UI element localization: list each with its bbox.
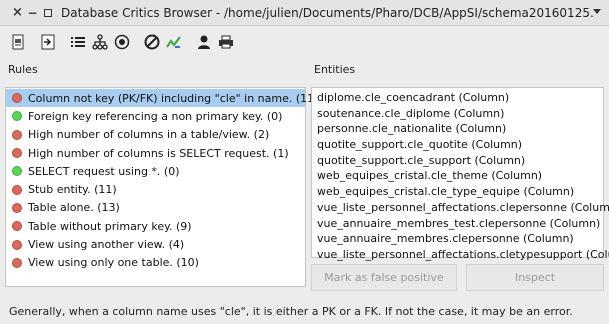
status-error-icon [12,184,22,195]
rule-item-label: Foreign key referencing a non primary ke… [28,109,283,123]
rule-item-label: View using another view. (4) [28,238,185,252]
window-menu-icon[interactable] [593,9,601,14]
rule-item[interactable]: Foreign key referencing a non primary ke… [6,107,305,125]
rule-item-label: Table alone. (13) [28,201,120,215]
rule-item-label: SELECT request using *. (0) [28,164,180,178]
status-error-icon [12,257,22,268]
entity-item[interactable]: soutenance.cle_diplome (Column) [317,106,603,122]
rule-item-label: High number of columns in a table/view. … [28,128,270,142]
entity-item[interactable]: web_equipes_cristal.cle_type_equipe (Col… [317,184,603,200]
rule-item-label: Column not key (PK/FK) including "cle" i… [28,91,319,105]
status-error-icon [12,148,22,159]
rule-item[interactable]: View using only one table. (10) [6,254,305,272]
entity-item[interactable]: personne.cle_nationalite (Column) [317,121,603,137]
entity-item[interactable]: vue_annuaire_membres.clepersonne (Column… [317,231,603,247]
status-ok-icon [12,166,22,177]
minimize-icon[interactable]: − [25,3,40,23]
import-icon[interactable] [38,32,58,52]
rule-item-label: View using only one table. (10) [28,256,199,270]
entity-item[interactable]: diplome.cle_coencadrant (Column) [317,90,603,106]
graph-icon[interactable] [164,32,184,52]
window-title: Database Critics Browser - /home/julien/… [61,5,594,20]
rule-item[interactable]: View using another view. (4) [6,235,305,253]
status-ok-icon [12,111,22,122]
toolbar [0,27,609,57]
entities-list[interactable]: diplome.cle_coencadrant (Column) soutenan… [311,87,609,261]
entity-item[interactable]: quotite_support.cle_support (Column) [317,153,603,169]
rule-item[interactable]: Column not key (PK/FK) including "cle" i… [6,89,318,108]
rule-item-label: Table without primary key. (9) [28,219,192,233]
hierarchy-icon[interactable] [90,32,110,52]
entity-item[interactable]: web_equipes_cristal.cle_theme (Column) [317,168,603,184]
rule-item-label: High number of columns is SELECT request… [28,146,289,160]
close-icon[interactable]: × [10,3,25,23]
maximize-icon[interactable] [40,3,55,23]
rule-item[interactable]: High number of columns in a table/view. … [6,126,305,144]
rule-item[interactable]: High number of columns is SELECT request… [6,144,305,162]
status-error-icon [12,239,22,250]
rule-item[interactable]: Stub entity. (11) [6,180,305,198]
document-icon[interactable] [8,32,28,52]
entity-item[interactable]: vue_liste_personnel_affectations.cletype… [317,247,609,263]
status-error-icon [12,129,22,140]
status-error-icon [12,93,22,104]
list-icon[interactable] [68,32,88,52]
mark-false-positive-button[interactable]: Mark as false positive [311,264,457,291]
user-icon[interactable] [194,32,214,52]
rule-item[interactable]: SELECT request using *. (0) [6,162,305,180]
rules-list[interactable]: Column not key (PK/FK) including "cle" i… [5,87,318,287]
rule-item-label: Stub entity. (11) [28,183,117,197]
rule-item[interactable]: Table alone. (13) [6,199,305,217]
entity-item[interactable]: quotite_support.cle_quotite (Column) [317,137,603,153]
entity-item[interactable]: vue_liste_personnel_affectations.clepers… [317,200,609,216]
status-error-icon [12,221,22,232]
printer-icon[interactable] [216,32,236,52]
entity-item[interactable]: vue_annuaire_membres_test.clepersonne (C… [317,216,603,232]
status-error-icon [12,202,22,213]
rule-item[interactable]: Table without primary key. (9) [6,217,305,235]
rules-label: Rules [8,63,38,76]
inspect-button[interactable]: Inspect [466,264,604,291]
entities-label: Entities [314,63,356,76]
forbidden-icon[interactable] [142,32,162,52]
target-icon[interactable] [112,32,132,52]
rule-description: Generally, when a column name uses "cle"… [9,304,573,318]
title-bar: × − Database Critics Browser - /home/jul… [0,0,609,26]
